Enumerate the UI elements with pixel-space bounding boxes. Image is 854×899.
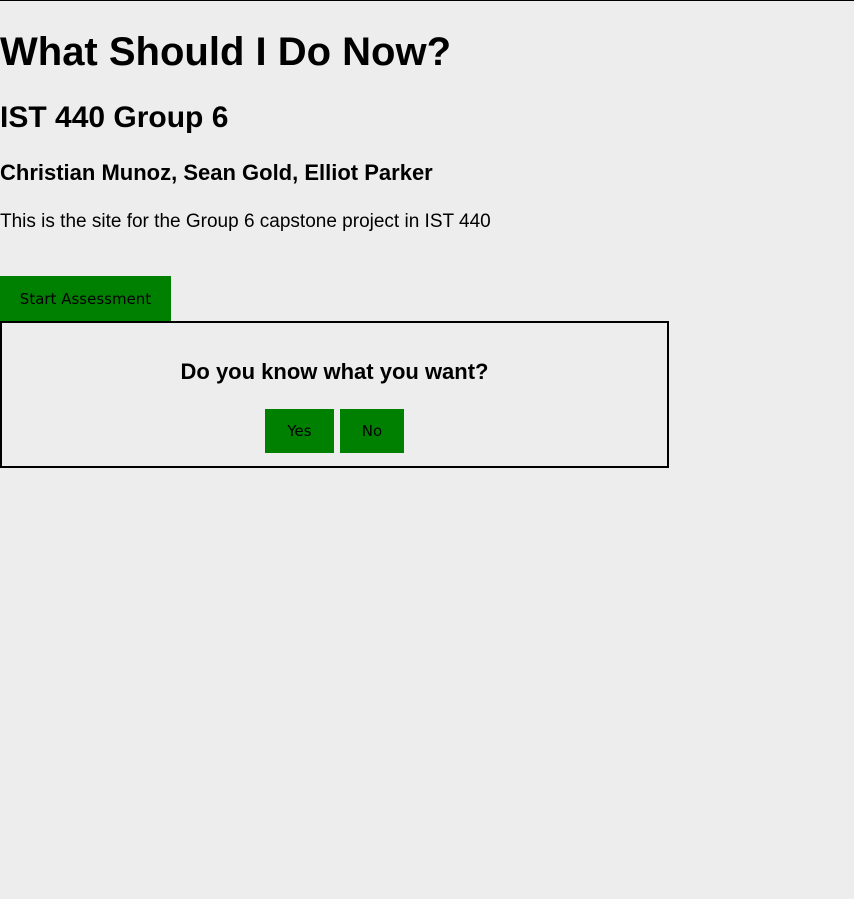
no-button[interactable]: No: [340, 409, 404, 453]
site-description: This is the site for the Group 6 capston…: [0, 211, 491, 232]
yes-button[interactable]: Yes: [265, 409, 334, 453]
members-heading: Christian Munoz, Sean Gold, Elliot Parke…: [0, 160, 433, 185]
page-title: What Should I Do Now?: [0, 30, 452, 74]
question-text: Do you know what you want?: [180, 359, 489, 384]
group-heading: IST 440 Group 6: [0, 101, 229, 134]
start-assessment-button[interactable]: Start Assessment: [0, 276, 171, 321]
question-panel: Do you know what you want? Yes No: [0, 321, 669, 468]
